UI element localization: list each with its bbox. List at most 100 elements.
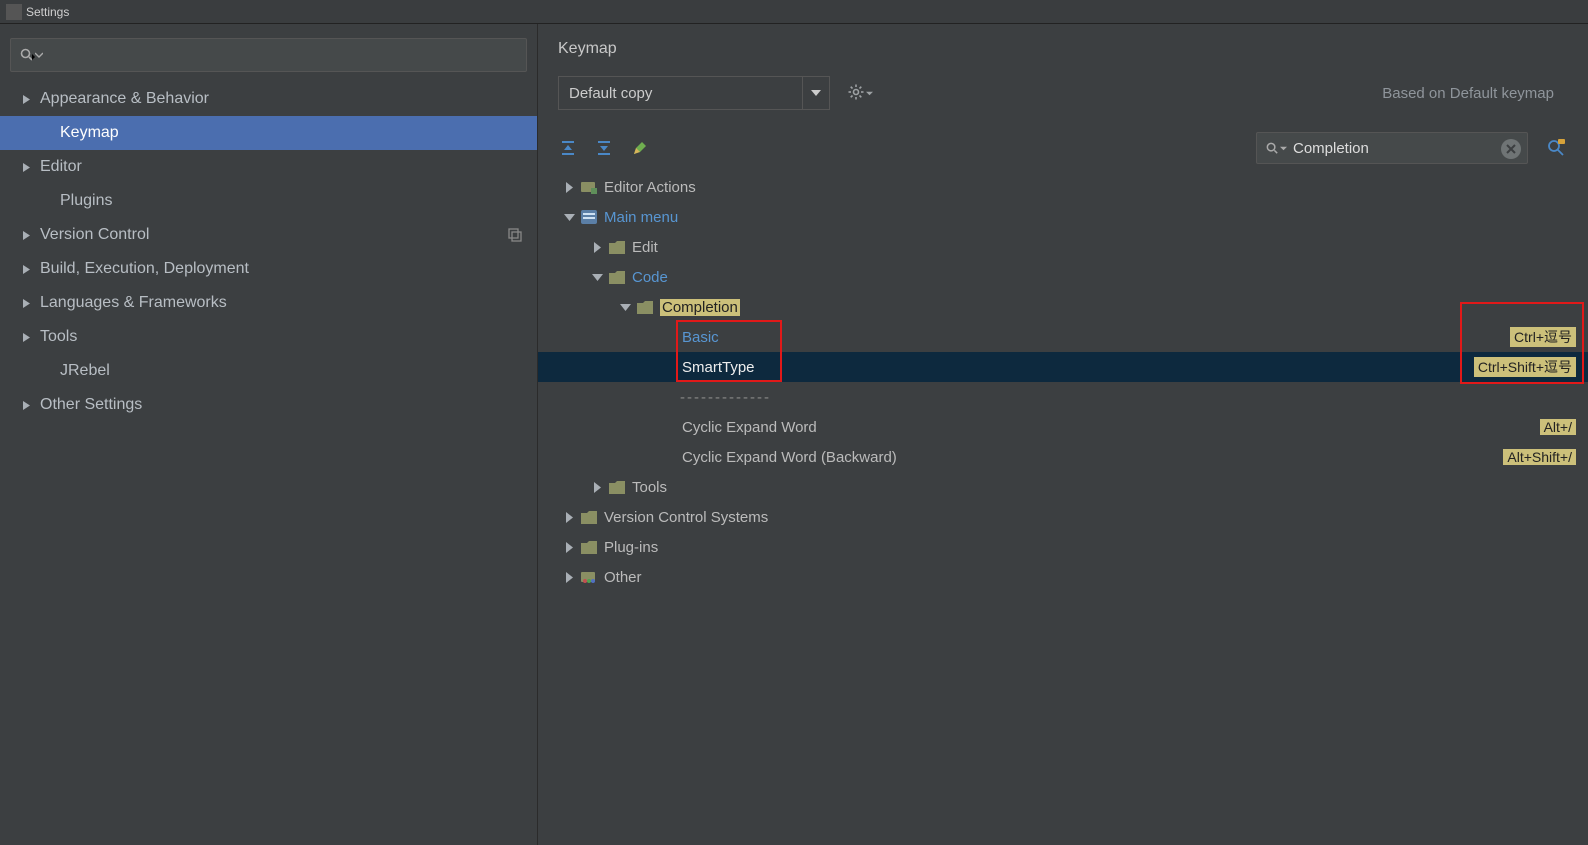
collapse-all-button[interactable]: [594, 138, 614, 158]
sidebar-item-label: Other Settings: [40, 396, 142, 414]
expand-arrow-icon: [20, 264, 32, 275]
sidebar-item[interactable]: Build, Execution, Deployment: [0, 252, 537, 286]
tree-branch[interactable]: Main menu: [538, 202, 1588, 232]
tree-item-label: Cyclic Expand Word: [682, 419, 817, 436]
search-icon: [1265, 141, 1280, 156]
sidebar-item-label: JRebel: [60, 362, 110, 380]
sidebar-item-label: Keymap: [60, 124, 119, 142]
chevron-down-icon[interactable]: [618, 303, 632, 312]
clear-search-button[interactable]: [1501, 139, 1521, 159]
chevron-right-icon[interactable]: [562, 512, 576, 523]
close-icon: [1506, 144, 1516, 154]
sidebar-item-label: Languages & Frameworks: [40, 294, 227, 312]
expand-arrow-icon: [20, 400, 32, 411]
folder-icon: [608, 271, 626, 284]
sidebar-item-label: Appearance & Behavior: [40, 90, 209, 108]
sidebar-item[interactable]: Other Settings: [0, 388, 537, 422]
chevron-down-icon: [811, 88, 821, 98]
settings-search-input[interactable]: [10, 38, 527, 72]
separator: -------------: [538, 382, 1588, 412]
expand-arrow-icon: [20, 298, 32, 309]
sidebar-item-label: Editor: [40, 158, 82, 176]
tree-branch[interactable]: Other: [538, 562, 1588, 592]
chevron-down-icon: [866, 90, 873, 97]
folder-icon: [580, 541, 598, 554]
tree-item-label: Other: [604, 569, 642, 586]
tree-branch[interactable]: Editor Actions: [538, 172, 1588, 202]
titlebar: Settings: [0, 0, 1588, 24]
sidebar-item-label: Plugins: [60, 192, 112, 210]
edit-shortcut-button[interactable]: [630, 138, 650, 158]
chevron-down-icon[interactable]: [562, 213, 576, 222]
tree-action[interactable]: SmartTypeCtrl+Shift+逗号: [538, 352, 1588, 382]
folder-icon: [580, 180, 598, 194]
folder-icon: [608, 481, 626, 494]
folder-icon: [608, 241, 626, 254]
sidebar-item[interactable]: Appearance & Behavior: [0, 82, 537, 116]
settings-sidebar: Appearance & Behavior Keymap Editor Plugins…: [0, 24, 538, 845]
chevron-down-icon: [35, 51, 43, 59]
tree-branch[interactable]: Plug-ins: [538, 532, 1588, 562]
find-by-shortcut-button[interactable]: [1544, 136, 1568, 160]
sidebar-item-label: Build, Execution, Deployment: [40, 260, 249, 278]
expand-all-button[interactable]: [558, 138, 578, 158]
tree-item-label: Cyclic Expand Word (Backward): [682, 449, 897, 466]
gear-icon: [848, 84, 866, 102]
sidebar-item[interactable]: Version Control: [0, 218, 537, 252]
chevron-down-icon[interactable]: [590, 273, 604, 282]
settings-search-field[interactable]: [43, 47, 518, 63]
sidebar-item[interactable]: Keymap: [0, 116, 537, 150]
keymap-settings-gear-button[interactable]: [846, 79, 874, 107]
window-title: Settings: [26, 5, 69, 19]
chevron-right-icon[interactable]: [590, 242, 604, 253]
tree-item-label: Completion: [660, 299, 740, 316]
app-icon: [6, 4, 22, 20]
sidebar-item[interactable]: JRebel: [0, 354, 537, 388]
tree-item-label: Plug-ins: [604, 539, 658, 556]
folder-icon: [580, 570, 598, 584]
tree-item-label: Basic: [682, 329, 719, 346]
keymap-selector[interactable]: Default copy: [558, 76, 830, 110]
settings-category-list: Appearance & Behavior Keymap Editor Plugins…: [0, 82, 537, 845]
sidebar-item-label: Version Control: [40, 226, 149, 244]
action-search-field[interactable]: [1287, 140, 1497, 157]
chevron-down-icon: [1280, 145, 1287, 152]
tree-item-label: Main menu: [604, 209, 678, 226]
tree-branch[interactable]: Tools: [538, 472, 1588, 502]
keymap-selector-label: Default copy: [558, 76, 802, 110]
tree-item-label: Version Control Systems: [604, 509, 768, 526]
based-on-label: Based on Default keymap: [1382, 85, 1568, 102]
tree-item-label: Tools: [632, 479, 667, 496]
tree-action[interactable]: BasicCtrl+逗号: [538, 322, 1588, 352]
tree-item-label: Editor Actions: [604, 179, 696, 196]
keymap-panel: Keymap Default copy: [538, 24, 1588, 845]
keymap-selector-dropdown-button[interactable]: [802, 76, 830, 110]
page-title: Keymap: [538, 40, 1588, 72]
sidebar-item[interactable]: Plugins: [0, 184, 537, 218]
tree-branch[interactable]: Version Control Systems: [538, 502, 1588, 532]
action-search-input[interactable]: [1256, 132, 1528, 164]
chevron-right-icon[interactable]: [562, 542, 576, 553]
chevron-right-icon[interactable]: [562, 182, 576, 193]
chevron-right-icon[interactable]: [562, 572, 576, 583]
tree-branch[interactable]: Edit: [538, 232, 1588, 262]
tree-branch[interactable]: Completion: [538, 292, 1588, 322]
tree-item-label: SmartType: [682, 359, 755, 376]
tree-item-label: Edit: [632, 239, 658, 256]
tree-action[interactable]: Cyclic Expand Word Alt+/: [538, 412, 1588, 442]
keymap-tree[interactable]: Editor Actions Main menu Edit Code Completio…: [538, 172, 1588, 845]
sidebar-item[interactable]: Languages & Frameworks: [0, 286, 537, 320]
expand-arrow-icon: [20, 94, 32, 105]
tree-action[interactable]: Cyclic Expand Word (Backward)Alt+Shift+/: [538, 442, 1588, 472]
shortcut-badge: Alt+/: [1540, 419, 1576, 435]
tree-branch[interactable]: Code: [538, 262, 1588, 292]
sidebar-item[interactable]: Editor: [0, 150, 537, 184]
sidebar-item-label: Tools: [40, 328, 77, 346]
expand-arrow-icon: [20, 332, 32, 343]
sidebar-item[interactable]: Tools: [0, 320, 537, 354]
folder-icon: [580, 511, 598, 524]
expand-arrow-icon: [20, 162, 32, 173]
project-scope-icon: [507, 227, 523, 248]
expand-arrow-icon: [20, 230, 32, 241]
chevron-right-icon[interactable]: [590, 482, 604, 493]
